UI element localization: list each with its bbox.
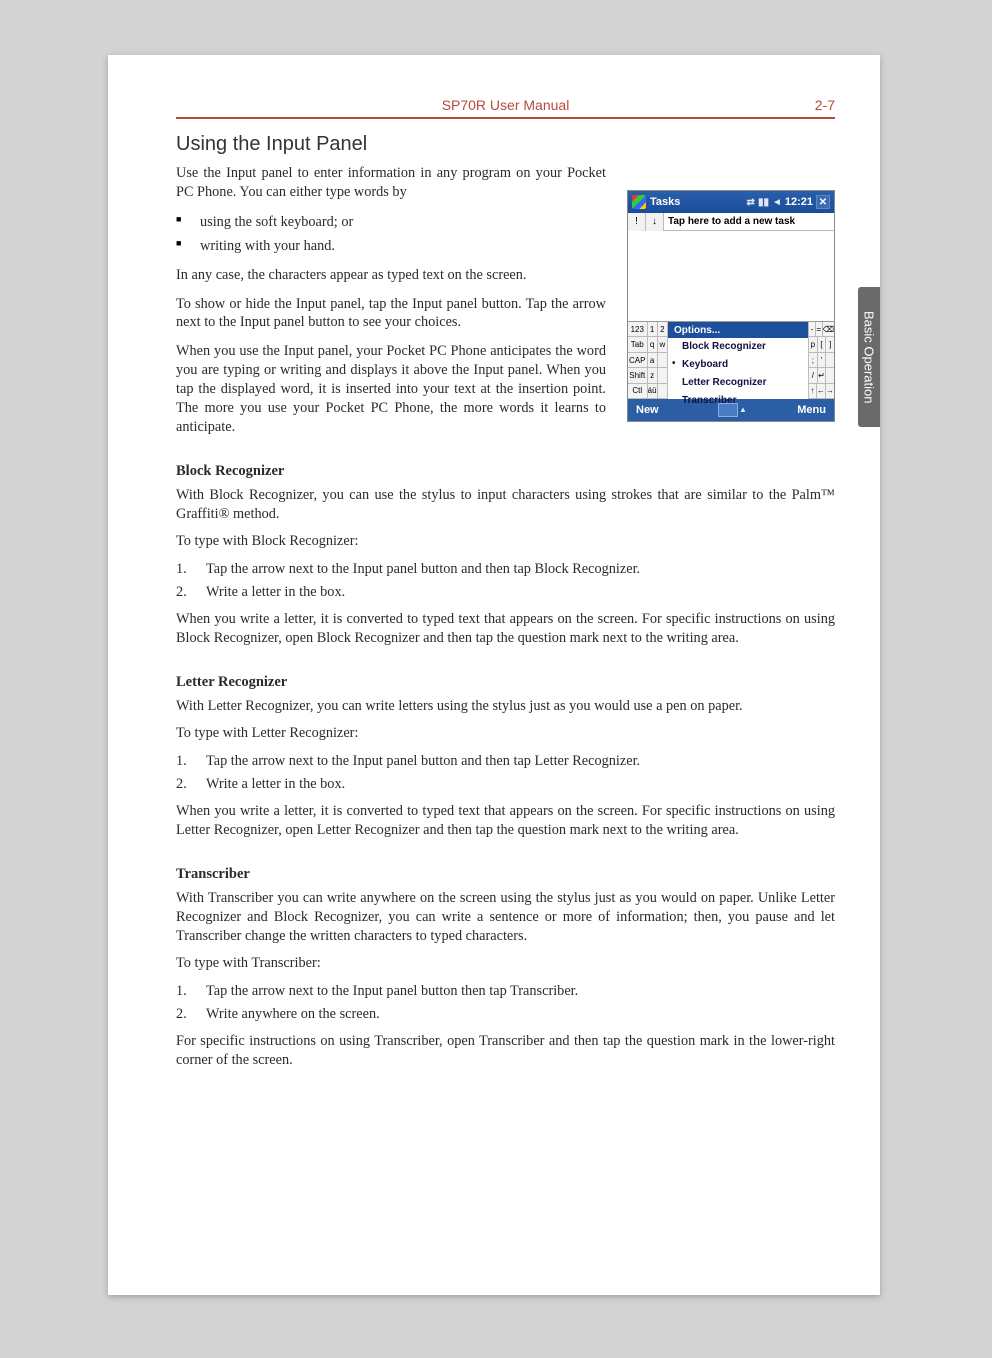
intro-p1: Use the Input panel to enter information…: [176, 164, 606, 202]
device-screenshot: Tasks ⇄ ▮▮ ◄ 12:21 ✕ ! ↓ Tap here to add…: [627, 190, 835, 422]
paragraph: To type with Transcriber:: [176, 954, 835, 973]
popup-item-letter-recognizer[interactable]: Letter Recognizer: [668, 374, 808, 392]
paragraph: When you write a letter, it is converted…: [176, 802, 835, 840]
key[interactable]: ': [817, 353, 826, 367]
paragraph: To type with Block Recognizer:: [176, 532, 835, 551]
paragraph: For specific instructions on using Trans…: [176, 1032, 835, 1070]
key-tab[interactable]: Tab: [628, 337, 648, 351]
key[interactable]: 1: [648, 322, 658, 336]
key-right[interactable]: →: [825, 384, 834, 398]
paragraph: To type with Letter Recognizer:: [176, 724, 835, 743]
clock-time: 12:21: [785, 196, 813, 208]
key-ctl[interactable]: Ctl: [628, 384, 648, 398]
key[interactable]: [658, 384, 668, 398]
list-item: Tap the arrow next to the Input panel bu…: [176, 559, 835, 579]
key-enter[interactable]: ↵: [817, 368, 826, 382]
app-title: Tasks: [650, 196, 680, 208]
list-item: Write anywhere on the screen.: [176, 1004, 835, 1024]
key[interactable]: [825, 368, 834, 382]
key[interactable]: [658, 353, 668, 367]
page-header: SP70R User Manual 2-7: [176, 97, 835, 119]
close-icon[interactable]: ✕: [816, 195, 830, 209]
page-number: 2-7: [670, 97, 835, 113]
subsection-block-recognizer: Block Recognizer With Block Recognizer, …: [176, 463, 835, 648]
numbered-list: Tap the arrow next to the Input panel bu…: [176, 559, 835, 602]
paragraph: With Transcriber you can write anywhere …: [176, 889, 835, 946]
header-title: SP70R User Manual: [341, 97, 671, 113]
key[interactable]: a: [648, 353, 658, 367]
key[interactable]: =: [815, 322, 822, 336]
key[interactable]: p: [808, 337, 817, 351]
key[interactable]: áü: [648, 384, 658, 398]
popup-item-transcriber[interactable]: Transcriber: [668, 392, 808, 410]
numbered-list: Tap the arrow next to the Input panel bu…: [176, 751, 835, 794]
key[interactable]: [: [817, 337, 826, 351]
task-entry-row[interactable]: ! ↓ Tap here to add a new task: [628, 213, 834, 231]
key[interactable]: z: [648, 368, 658, 382]
popup-item-keyboard[interactable]: Keyboard: [668, 356, 808, 374]
key[interactable]: w: [658, 337, 668, 351]
keyboard-left-column: 12312 Tabqw CAPa Shiftz Ctláü: [628, 322, 668, 399]
key-shift[interactable]: Shift: [628, 368, 648, 382]
start-flag-icon[interactable]: [632, 195, 646, 209]
numbered-list: Tap the arrow next to the Input panel bu…: [176, 981, 835, 1024]
key-backspace[interactable]: ⌫: [822, 322, 834, 336]
paragraph: With Block Recognizer, you can use the s…: [176, 486, 835, 524]
softkey-new[interactable]: New: [636, 404, 659, 416]
subsection-letter-recognizer: Letter Recognizer With Letter Recognizer…: [176, 674, 835, 840]
subsection-title: Letter Recognizer: [176, 674, 835, 691]
key[interactable]: q: [648, 337, 658, 351]
bullet-item: using the soft keyboard; or: [176, 212, 606, 232]
task-body: 12312 Tabqw CAPa Shiftz Ctláü Options...…: [628, 231, 834, 399]
key[interactable]: 123: [628, 322, 648, 336]
key-up[interactable]: ↑: [808, 384, 816, 398]
key[interactable]: ;: [808, 353, 817, 367]
key[interactable]: [825, 353, 834, 367]
key[interactable]: 2: [658, 322, 668, 336]
signal-icon[interactable]: ▮▮: [758, 197, 769, 208]
paragraph: When you write a letter, it is converted…: [176, 610, 835, 648]
intro-bullets: using the soft keyboard; or writing with…: [176, 212, 606, 256]
bullet-item: writing with your hand.: [176, 236, 606, 256]
section-title: Using the Input Panel: [176, 133, 835, 156]
keyboard-right-column: -=⌫ p[] ;' /↵ ↑←→: [808, 322, 834, 399]
popup-item-block-recognizer[interactable]: Block Recognizer: [668, 338, 808, 356]
paragraph: With Letter Recognizer, you can write le…: [176, 697, 835, 716]
input-method-popup: Options... Block Recognizer Keyboard Let…: [668, 322, 808, 399]
sort-button[interactable]: ↓: [646, 213, 664, 231]
input-panel-button-icon[interactable]: [718, 403, 738, 417]
list-item: Tap the arrow next to the Input panel bu…: [176, 751, 835, 771]
list-item: Write a letter in the box.: [176, 774, 835, 794]
side-tab-basic-operation: Basic Operation: [858, 287, 880, 427]
options-header[interactable]: Options...: [668, 322, 808, 338]
page-content: Using the Input Panel Use the Input pane…: [176, 119, 835, 1070]
intro-p2: In any case, the characters appear as ty…: [176, 266, 606, 285]
intro-text: Use the Input panel to enter information…: [176, 164, 606, 437]
titlebar: Tasks ⇄ ▮▮ ◄ 12:21 ✕: [628, 191, 834, 213]
priority-button[interactable]: !: [628, 213, 646, 231]
key-cap[interactable]: CAP: [628, 353, 648, 367]
key[interactable]: /: [808, 368, 817, 382]
speaker-icon[interactable]: ◄: [772, 197, 782, 208]
intro-block: Use the Input panel to enter information…: [176, 164, 835, 437]
keyboard-zone: 12312 Tabqw CAPa Shiftz Ctláü Options...…: [628, 321, 834, 399]
list-item: Write a letter in the box.: [176, 582, 835, 602]
subsection-title: Block Recognizer: [176, 463, 835, 480]
sync-icon[interactable]: ⇄: [747, 197, 755, 208]
manual-page: Basic Operation SP70R User Manual 2-7 Us…: [108, 55, 880, 1295]
intro-p3: To show or hide the Input panel, tap the…: [176, 295, 606, 333]
list-item: Tap the arrow next to the Input panel bu…: [176, 981, 835, 1001]
intro-p4: When you use the Input panel, your Pocke…: [176, 342, 606, 436]
key-left[interactable]: ←: [816, 384, 825, 398]
subsection-transcriber: Transcriber With Transcriber you can wri…: [176, 866, 835, 1070]
key[interactable]: [658, 368, 668, 382]
new-task-placeholder[interactable]: Tap here to add a new task: [664, 216, 795, 227]
key[interactable]: ]: [825, 337, 834, 351]
key[interactable]: -: [808, 322, 815, 336]
subsection-title: Transcriber: [176, 866, 835, 883]
